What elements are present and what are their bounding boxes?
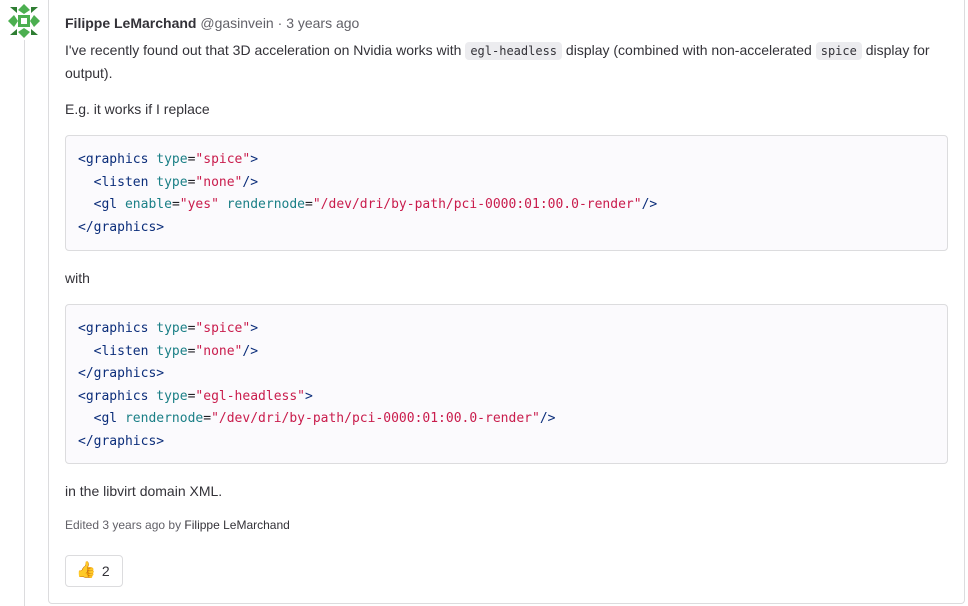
code-token-tag: /> — [641, 197, 658, 212]
code-token-str: "/dev/dri/by-path/pci-0000:01:00.0-rende… — [312, 197, 642, 212]
note-paragraph-1: I've recently found out that 3D accelera… — [65, 39, 945, 84]
code-token-str: "/dev/dri/by-path/pci-0000:01:00.0-rende… — [211, 411, 540, 426]
code-token-tag: </graphics> — [78, 366, 165, 381]
code-line: <gl enable="yes" rendernode="/dev/dri/by… — [78, 194, 935, 217]
note-card: Filippe LeMarchand @gasinvein · 3 years … — [48, 0, 965, 604]
identicon-avatar-icon — [8, 4, 40, 38]
code-token-attr: type — [156, 388, 188, 404]
inline-code: spice — [815, 42, 862, 60]
code-line: <listen type="none"/> — [78, 172, 935, 195]
code-token-tag: </graphics> — [78, 219, 165, 235]
code-line: <graphics type="spice"> — [78, 149, 935, 172]
note-header: Filippe LeMarchand @gasinvein · 3 years … — [65, 13, 359, 33]
edited-by-author[interactable]: Filippe LeMarchand — [184, 518, 289, 532]
code-line: <graphics type="egl-headless"> — [78, 386, 935, 409]
code-token-punct: = — [305, 197, 313, 212]
code-token-attr: enable — [124, 197, 172, 212]
code-token-tag: /> — [242, 174, 259, 190]
paragraph-text: I've recently found out that 3D accelera… — [65, 42, 466, 58]
code-token-tag: <gl — [93, 197, 118, 212]
code-line: <listen type="none"/> — [78, 341, 935, 364]
code-token-str: "none" — [195, 174, 243, 190]
note-paragraph-2: E.g. it works if I replace — [65, 101, 210, 117]
code-token-str: "spice" — [195, 152, 251, 167]
code-token-attr: rendernode — [124, 411, 204, 426]
code-token-str: "yes" — [179, 197, 219, 212]
author-avatar[interactable] — [8, 4, 40, 38]
edited-info: Edited 3 years ago by Filippe LeMarchand — [65, 516, 290, 534]
timeline-line — [24, 40, 25, 606]
edited-prefix: Edited 3 years ago by — [65, 518, 182, 532]
note-timestamp[interactable]: 3 years ago — [286, 15, 359, 31]
code-line: </graphics> — [78, 217, 935, 240]
code-token-tag: <listen — [93, 343, 149, 359]
code-token-attr: rendernode — [226, 197, 306, 212]
code-line: <gl rendernode="/dev/dri/by-path/pci-000… — [78, 408, 935, 431]
inline-code: egl-headless — [465, 42, 563, 60]
code-block-1: <graphics type="spice"> <listen type="no… — [65, 135, 948, 251]
author-name[interactable]: Filippe LeMarchand — [65, 15, 196, 31]
code-token-tag: <graphics — [78, 321, 149, 336]
note-paragraph-4: in the libvirt domain XML. — [65, 483, 223, 499]
code-block-2: <graphics type="spice"> <listen type="no… — [65, 304, 948, 464]
paragraph-text: display (combined with non-accelerated — [562, 42, 816, 58]
code-token-tag: <gl — [93, 411, 118, 426]
code-line: </graphics> — [78, 363, 935, 386]
code-token-tag: </graphics> — [78, 433, 165, 449]
code-token-tag: <graphics — [78, 152, 149, 167]
code-token-tag: > — [250, 321, 259, 336]
author-handle[interactable]: @gasinvein — [200, 15, 273, 31]
code-token-str: "none" — [195, 343, 243, 359]
code-token-tag: <graphics — [78, 388, 149, 404]
code-token-attr: type — [156, 321, 188, 336]
code-token-tag: > — [250, 152, 259, 167]
code-token-str: "spice" — [195, 321, 251, 336]
code-token-attr: type — [156, 152, 188, 167]
code-token-punct: = — [171, 197, 180, 212]
thumbs-up-award-button[interactable]: 👍 2 — [65, 555, 123, 587]
code-line: <graphics type="spice"> — [78, 318, 935, 341]
note-paragraph-3: with — [65, 270, 90, 286]
code-token-tag: /> — [242, 343, 259, 359]
code-token-punct: = — [203, 411, 212, 426]
code-token-str: "egl-headless" — [195, 388, 305, 404]
code-token-tag: /> — [539, 411, 556, 426]
code-token-attr: type — [156, 343, 188, 359]
header-separator: · — [277, 15, 283, 31]
code-token-tag: > — [305, 388, 313, 404]
thumbs-up-icon: 👍 — [76, 562, 96, 579]
code-token-tag: <listen — [93, 174, 149, 190]
award-count: 2 — [101, 563, 110, 579]
code-line: </graphics> — [78, 431, 935, 454]
code-token-attr: type — [156, 174, 188, 190]
